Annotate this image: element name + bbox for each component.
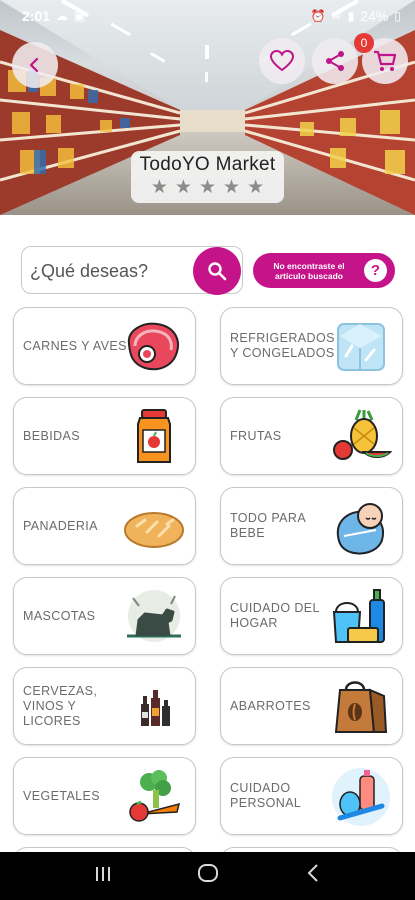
store-name: TodoYO Market [139,154,276,175]
star-icon[interactable]: ★ [175,178,192,198]
battery-icon: ▯ [394,9,401,23]
category-card-bebe[interactable]: TODO PARA BEBE [220,487,403,565]
system-back-button[interactable] [293,863,333,889]
back-button[interactable] [12,42,58,88]
status-time: 2:01 [22,8,51,24]
category-label: PANADERIA [23,518,98,533]
rating-stars[interactable]: ★ ★ ★ ★ ★ [131,178,284,198]
vegetables-icon [129,770,181,822]
category-card-panaderia[interactable]: PANADERIA [13,487,196,565]
category-label: MASCOTAS [23,608,96,623]
category-card-vegetales[interactable]: VEGETALES [13,757,196,835]
image-icon: ▣ [74,9,86,23]
juice-jar-icon [137,409,171,463]
star-icon[interactable]: ★ [247,178,264,198]
pet-dog-icon [127,590,181,642]
cart-count-badge: 0 [354,33,374,53]
chevron-left-icon [29,57,39,73]
item-not-found-label: No encontraste el artículo buscado [273,260,345,281]
battery-level: 24% [360,8,389,24]
recents-icon [95,867,110,881]
category-label: CERVEZAS, VINOS Y LICORES [23,683,98,728]
home-icon [197,864,218,882]
help-icon: ? [364,259,387,282]
ice-cube-icon [337,323,385,371]
back-icon [307,864,318,882]
category-card-bebidas[interactable]: BEBIDAS [13,397,196,475]
home-button[interactable] [188,862,228,890]
category-label: CARNES Y AVES [23,338,127,353]
baby-icon [336,503,384,555]
category-label: VEGETALES [23,788,101,803]
category-card-mascotas[interactable]: MASCOTAS [13,577,196,655]
category-label: TODO PARA BEBE [230,511,306,540]
category-card-abarrotes[interactable]: ABARROTES [220,667,403,745]
search-button[interactable] [193,247,241,295]
cloud-icon: ☁ [56,9,69,23]
system-nav-bar [0,852,415,900]
star-icon[interactable]: ★ [223,178,240,198]
personal-care-icon [332,768,390,826]
fruits-icon [333,409,392,460]
cleaning-supplies-icon [332,589,385,643]
category-label: FRUTAS [230,428,282,443]
shopping-cart-icon [374,50,397,71]
bread-icon [124,512,184,548]
store-info-card: TodoYO Market ★ ★ ★ ★ ★ [131,151,284,203]
category-label: ABARROTES [230,698,311,713]
meat-icon [127,322,179,371]
category-card-licores[interactable]: CERVEZAS, VINOS Y LICORES [13,667,196,745]
category-card-hogar[interactable]: CUIDADO DEL HOGAR [220,577,403,655]
store-banner: 2:01 ☁ ▣ ⏰ ≋ ▮ 24% ▯ 0 TodoYO Market ★ ★… [0,0,415,215]
category-label: CUIDADO DEL HOGAR [230,601,320,630]
share-icon [326,51,344,71]
heart-icon [270,50,294,72]
share-button[interactable] [312,38,358,84]
category-label: CUIDADO PERSONAL [230,781,302,810]
category-card-frutas[interactable]: FRUTAS [220,397,403,475]
category-card-carnes[interactable]: CARNES Y AVES [13,307,196,385]
signal-icon: ▮ [347,9,355,23]
item-not-found-button[interactable]: No encontraste el artículo buscado ? [253,253,395,288]
category-label: BEBIDAS [23,428,80,443]
search-input[interactable] [30,257,190,285]
recents-button[interactable] [83,863,123,889]
star-icon[interactable]: ★ [199,178,216,198]
alarm-icon: ⏰ [310,9,326,23]
category-card-cuidado-personal[interactable]: CUIDADO PERSONAL [220,757,403,835]
category-label: REFRIGERADOS Y CONGELADOS [230,331,335,360]
grocery-bag-icon [334,681,388,733]
search-icon [208,262,227,281]
wifi-icon: ≋ [331,9,342,23]
category-card-refrigerados[interactable]: REFRIGERADOS Y CONGELADOS [220,307,403,385]
star-icon[interactable]: ★ [151,178,168,198]
bottles-icon [141,690,170,726]
favorite-button[interactable] [259,38,305,84]
status-bar: 2:01 ☁ ▣ ⏰ ≋ ▮ 24% ▯ [0,0,415,32]
